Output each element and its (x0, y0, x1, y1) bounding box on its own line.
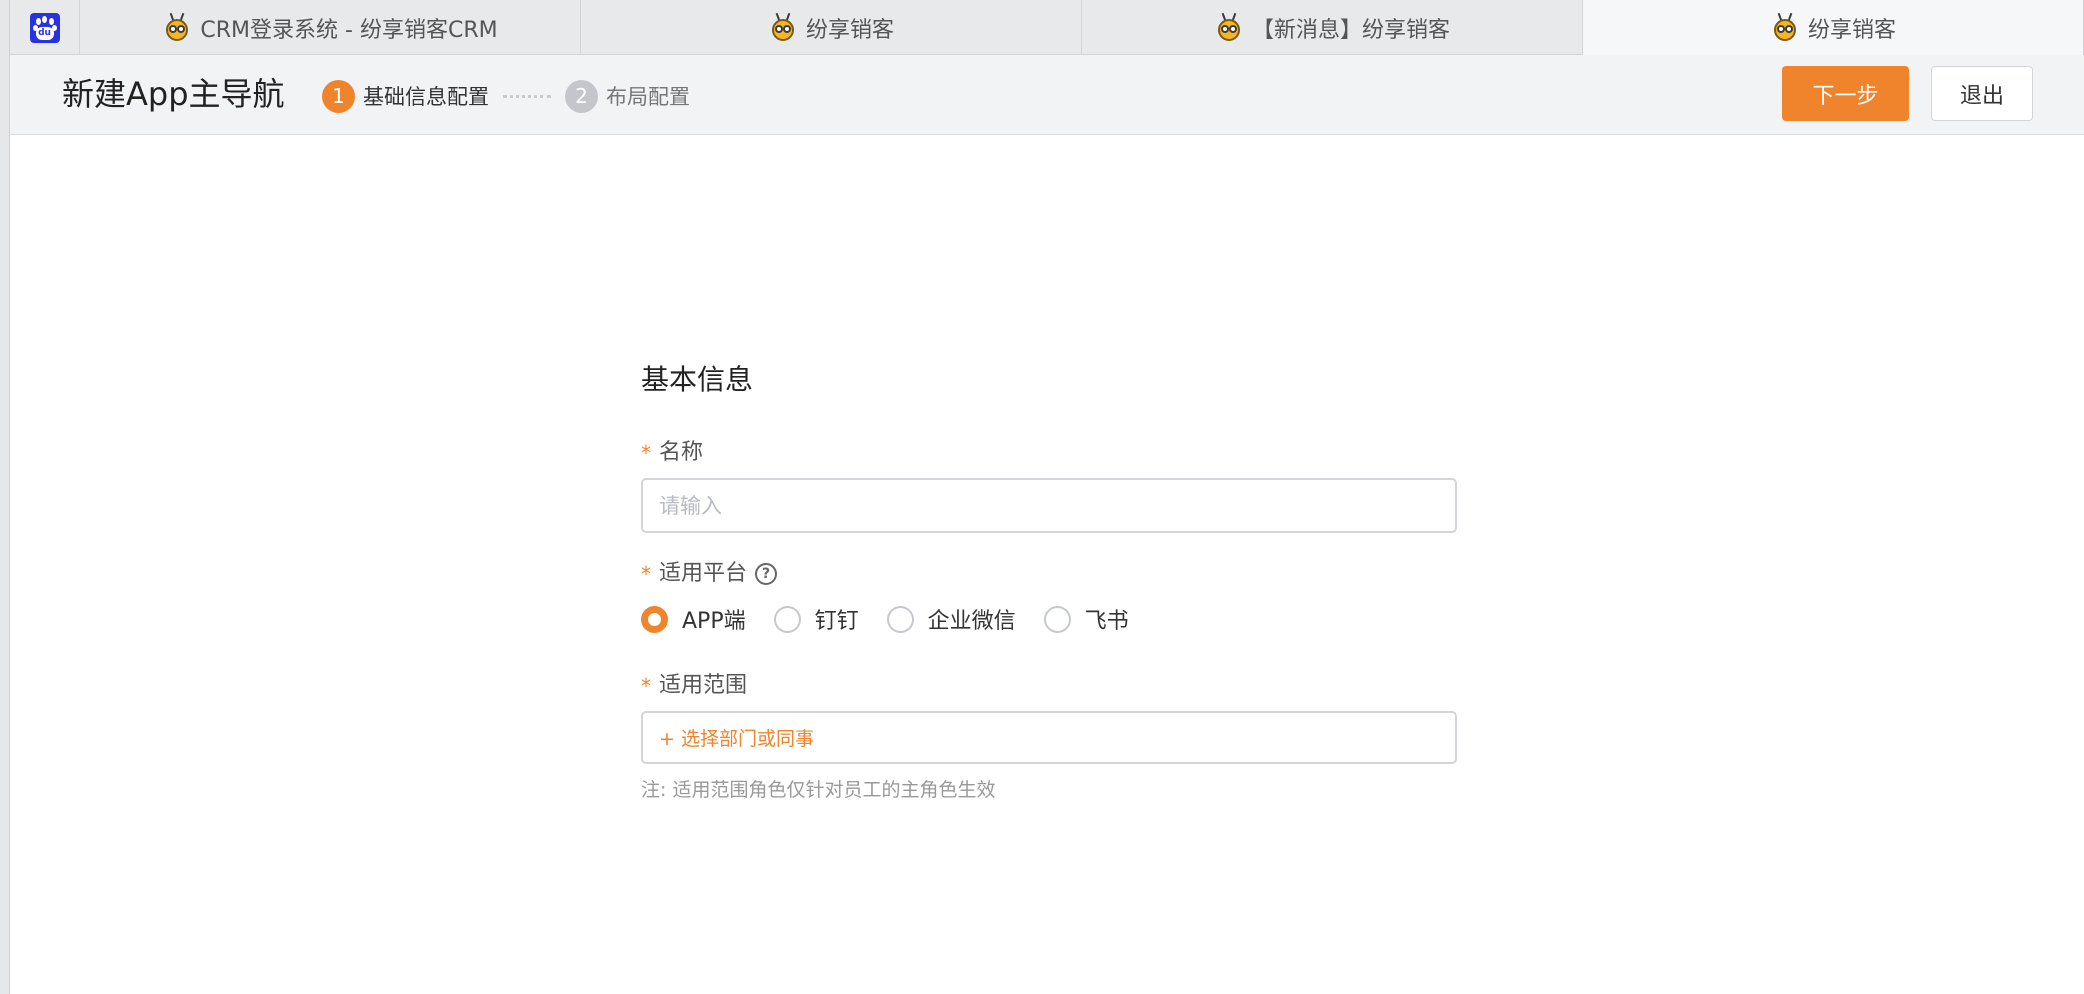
required-mark: * (641, 562, 651, 586)
section-title: 基本信息 (641, 363, 754, 396)
window-left-edge (0, 0, 10, 994)
scope-note: 注: 适用范围角色仅针对员工的主角色生效 (641, 779, 996, 801)
step-2-label: 布局配置 (606, 85, 690, 109)
radio-unchecked-icon[interactable] (1043, 605, 1071, 633)
step-1-label: 基础信息配置 (363, 85, 489, 109)
baidu-paw-icon: du (29, 12, 60, 43)
name-label-text: 名称 (659, 440, 704, 465)
page-header: 新建App主导航 1 基础信息配置 2 布局配置 下一步 退出 (10, 55, 2084, 135)
scope-field-label: * 适用范围 (641, 671, 1457, 701)
tab-title: 纷享销客 (1807, 17, 1896, 43)
site-favicon-cell[interactable]: du (10, 0, 80, 55)
radio-option-feishu[interactable]: 飞书 (1043, 603, 1129, 635)
basic-info-form: 基本信息 * 名称 * 适用平台 ? APP端 钉钉 企业微信 飞书 * 适用范… (641, 360, 1457, 804)
scope-label-text: 适用范围 (659, 673, 748, 698)
radio-label: 企业微信 (927, 609, 1016, 634)
browser-tab-fxiaoke-active[interactable]: 纷享销客 (1583, 0, 2084, 55)
radio-unchecked-icon[interactable] (773, 605, 801, 633)
platform-radio-group: APP端 钉钉 企业微信 飞书 (641, 599, 1457, 639)
radio-option-wecom[interactable]: 企业微信 (886, 603, 1016, 635)
name-field-label: * 名称 (641, 438, 1457, 468)
radio-label: 飞书 (1084, 609, 1129, 634)
bee-mascot-icon (162, 12, 190, 43)
tab-title: CRM登录系统 - 纷享销客CRM (200, 17, 498, 43)
bee-mascot-icon (1770, 12, 1798, 43)
radio-checked-icon[interactable] (641, 605, 668, 633)
tab-title: 【新消息】纷享销客 (1251, 17, 1450, 43)
next-step-button[interactable]: 下一步 (1782, 66, 1909, 121)
platform-field-label: * 适用平台 ? (641, 559, 1457, 589)
required-mark: * (641, 674, 651, 698)
platform-label-text: 适用平台 (659, 561, 748, 586)
step-1-number: 1 (322, 79, 355, 113)
radio-unchecked-icon[interactable] (886, 605, 914, 633)
radio-label: 钉钉 (814, 609, 859, 634)
select-department-or-colleague-link[interactable]: + 选择部门或同事 (659, 724, 814, 751)
required-mark: * (641, 441, 651, 465)
baidu-logo-text: du (35, 26, 54, 40)
name-input[interactable] (641, 478, 1457, 533)
page-title: 新建App主导航 (62, 75, 285, 113)
tab-title: 纷享销客 (805, 17, 894, 43)
scope-picker[interactable]: + 选择部门或同事 (641, 711, 1457, 764)
radio-option-dingtalk[interactable]: 钉钉 (773, 603, 859, 635)
radio-option-app[interactable]: APP端 (641, 603, 746, 635)
step-separator (503, 94, 551, 98)
bee-mascot-icon (768, 12, 796, 43)
step-indicator: 1 基础信息配置 2 布局配置 (322, 79, 690, 113)
step-2-number: 2 (565, 79, 598, 113)
browser-tab-new-message[interactable]: 【新消息】纷享销客 (1082, 0, 1583, 55)
help-question-icon[interactable]: ? (755, 563, 778, 585)
bee-mascot-icon (1214, 12, 1242, 43)
radio-label: APP端 (682, 609, 746, 634)
exit-button[interactable]: 退出 (1931, 66, 2033, 121)
browser-tab-crm-login[interactable]: CRM登录系统 - 纷享销客CRM (80, 0, 581, 55)
browser-tab-strip: du CRM登录系统 - 纷享销客CRM 纷享销客 【新消息】纷享销客 纷享销客 (10, 0, 2084, 55)
browser-tab-fxiaoke[interactable]: 纷享销客 (581, 0, 1082, 55)
